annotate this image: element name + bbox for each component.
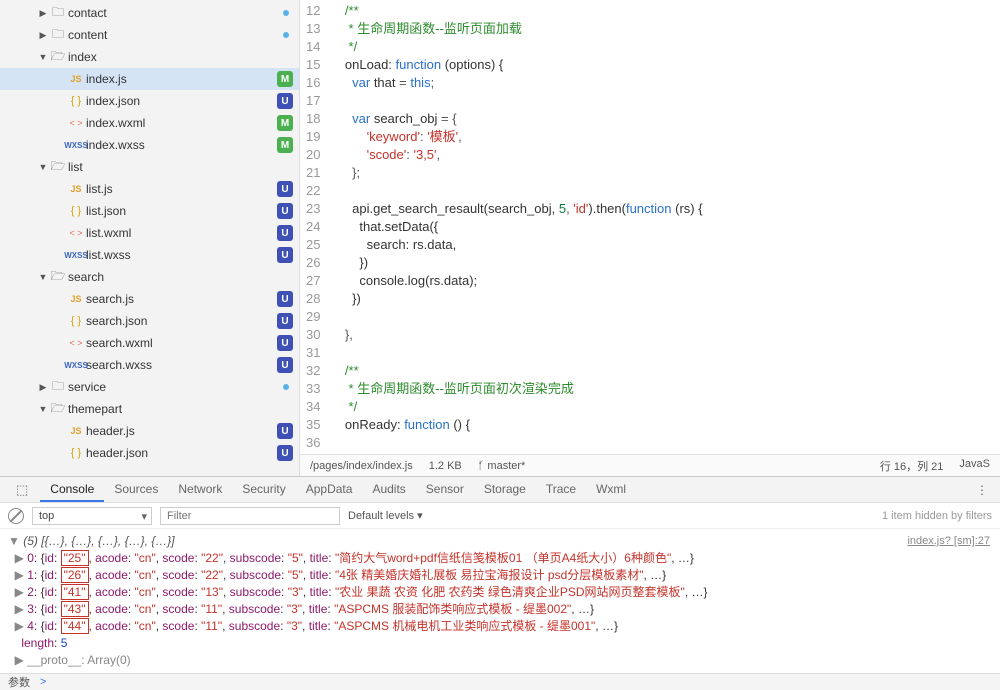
levels-select[interactable]: Default levels ▾ (348, 509, 423, 522)
folder-icon: 🗀 (48, 3, 68, 24)
modified-dot (283, 384, 289, 390)
tree-item-header-json[interactable]: { }header.jsonU (0, 442, 299, 464)
tab-sources[interactable]: Sources (104, 478, 168, 502)
tab-audits[interactable]: Audits (362, 478, 415, 502)
vcs-badge: U (277, 181, 293, 197)
clear-console-icon[interactable] (8, 508, 24, 524)
tree-item-themepart[interactable]: ▼🗁themepart (0, 398, 299, 420)
tree-item-list-wxml[interactable]: < >list.wxmlU (0, 222, 299, 244)
js-icon: JS (66, 294, 86, 304)
tree-item-header-js[interactable]: JSheader.jsU (0, 420, 299, 442)
more-icon[interactable]: ⋮ (970, 483, 994, 497)
js-icon: JS (66, 184, 86, 194)
tree-item-index[interactable]: ▼🗁index (0, 46, 299, 68)
editor-statusbar: /pages/index/index.js 1.2 KB ᚶ master* 行… (300, 454, 1000, 476)
tree-item-list[interactable]: ▼🗁list (0, 156, 299, 178)
tree-item-index-js[interactable]: JSindex.jsM (0, 68, 299, 90)
status-lang: JavaS (959, 458, 990, 474)
wxml-icon: < > (66, 228, 86, 238)
json-icon: { } (66, 95, 86, 107)
modified-dot (283, 10, 289, 16)
tree-item-content[interactable]: ▶🗀content (0, 24, 299, 46)
wxml-icon: < > (66, 338, 86, 348)
devtools-panel[interactable]: ⬚ ConsoleSourcesNetworkSecurityAppDataAu… (0, 476, 1000, 673)
folder-open-icon: 🗁 (48, 399, 68, 420)
tree-item-index-wxss[interactable]: WXSSindex.wxssM (0, 134, 299, 156)
filter-input[interactable] (160, 507, 340, 525)
devtools-tabs[interactable]: ⬚ ConsoleSourcesNetworkSecurityAppDataAu… (0, 477, 1000, 503)
console-output[interactable]: index.js? [sm]:27 ▼ (5) [{…}, {…}, {…}, … (0, 529, 1000, 673)
status-branch[interactable]: ᚶ master* (478, 460, 526, 472)
vcs-badge: M (277, 115, 293, 131)
code-editor[interactable]: 1213141516171819202122232425262728293031… (300, 0, 1000, 476)
file-explorer[interactable]: ▶🗀contact▶🗀content▼🗁indexJSindex.jsM{ }i… (0, 0, 300, 476)
tab-console[interactable]: Console (40, 478, 104, 502)
tree-item-search-wxml[interactable]: < >search.wxmlU (0, 332, 299, 354)
wxss-icon: WXSS (66, 361, 86, 370)
tab-wxml[interactable]: Wxml (586, 478, 636, 502)
vcs-badge: U (277, 423, 293, 439)
tree-item-index-wxml[interactable]: < >index.wxmlM (0, 112, 299, 134)
wxml-icon: < > (66, 118, 86, 128)
tree-item-list-wxss[interactable]: WXSSlist.wxssU (0, 244, 299, 266)
vcs-badge: U (277, 291, 293, 307)
source-link[interactable]: index.js? [sm]:27 (907, 533, 990, 550)
prompt-icon[interactable]: > (40, 676, 46, 688)
code-content[interactable]: /** * 生命周期函数--监听页面加载 */ onLoad: function… (330, 0, 702, 454)
js-icon: JS (66, 426, 86, 436)
vcs-badge: U (277, 225, 293, 241)
folder-icon: 🗀 (48, 25, 68, 46)
vcs-badge: U (277, 247, 293, 263)
hidden-count: 1 item hidden by filters (882, 510, 992, 522)
status-size: 1.2 KB (429, 460, 462, 472)
tree-item-service[interactable]: ▶🗀service (0, 376, 299, 398)
vcs-badge: U (277, 357, 293, 373)
vcs-badge: M (277, 137, 293, 153)
status-cursor: 行 16，列 21 (880, 458, 944, 474)
status-path: /pages/index/index.js (310, 460, 413, 472)
line-gutter: 1213141516171819202122232425262728293031… (300, 0, 330, 454)
bottom-bar: 参数 > (0, 673, 1000, 690)
tab-security[interactable]: Security (232, 478, 295, 502)
console-toolbar: top Default levels ▾ 1 item hidden by fi… (0, 503, 1000, 529)
tab-sensor[interactable]: Sensor (416, 478, 474, 502)
wxss-icon: WXSS (66, 141, 86, 150)
json-icon: { } (66, 205, 86, 217)
vcs-badge: U (277, 203, 293, 219)
json-icon: { } (66, 315, 86, 327)
vcs-badge: U (277, 445, 293, 461)
tree-item-list-js[interactable]: JSlist.jsU (0, 178, 299, 200)
context-select[interactable]: top (32, 507, 152, 525)
tree-item-search-js[interactable]: JSsearch.jsU (0, 288, 299, 310)
tree-item-search-json[interactable]: { }search.jsonU (0, 310, 299, 332)
modified-dot (283, 32, 289, 38)
tree-item-index-json[interactable]: { }index.jsonU (0, 90, 299, 112)
tree-item-contact[interactable]: ▶🗀contact (0, 2, 299, 24)
inspect-icon[interactable]: ⬚ (6, 478, 38, 502)
footer-label: 参数 (8, 674, 30, 690)
vcs-badge: U (277, 313, 293, 329)
tab-appdata[interactable]: AppData (296, 478, 363, 502)
folder-icon: 🗀 (48, 377, 68, 398)
wxss-icon: WXSS (66, 251, 86, 260)
tree-item-search-wxss[interactable]: WXSSsearch.wxssU (0, 354, 299, 376)
json-icon: { } (66, 447, 86, 459)
tree-item-list-json[interactable]: { }list.jsonU (0, 200, 299, 222)
folder-open-icon: 🗁 (48, 47, 68, 68)
tab-network[interactable]: Network (168, 478, 232, 502)
tab-trace[interactable]: Trace (536, 478, 586, 502)
folder-open-icon: 🗁 (48, 157, 68, 178)
js-icon: JS (66, 74, 86, 84)
vcs-badge: M (277, 71, 293, 87)
vcs-badge: U (277, 93, 293, 109)
vcs-badge: U (277, 335, 293, 351)
tab-storage[interactable]: Storage (474, 478, 536, 502)
folder-open-icon: 🗁 (48, 267, 68, 288)
tree-item-search[interactable]: ▼🗁search (0, 266, 299, 288)
